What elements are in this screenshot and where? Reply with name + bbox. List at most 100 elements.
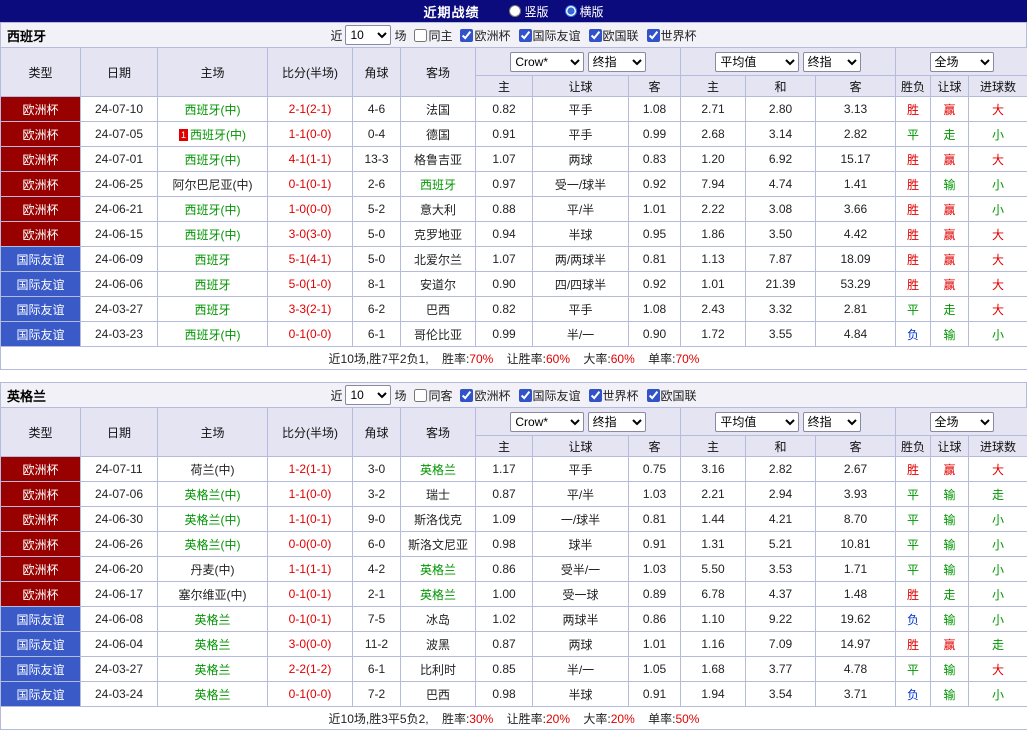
odds-home-cell: 1.09 (476, 507, 533, 532)
avg-away-cell: 18.09 (816, 247, 896, 272)
handicap-cell: 半球 (533, 222, 629, 247)
corners-cell: 3-0 (353, 457, 401, 482)
odds-away-cell: 0.75 (629, 457, 681, 482)
match-type-cell: 国际友谊 (1, 682, 81, 707)
horizontal-layout-radio[interactable] (565, 5, 577, 17)
avg-draw-cell: 3.77 (746, 657, 816, 682)
competition-option-nations[interactable]: 欧国联 (642, 387, 697, 404)
odds-source-select[interactable]: Crow* (510, 412, 584, 432)
avg-home-cell: 1.72 (681, 322, 746, 347)
avg-away-cell: 8.70 (816, 507, 896, 532)
col-away: 客场 (401, 48, 476, 97)
col-score: 比分(半场) (268, 48, 353, 97)
avg-draw-cell: 3.53 (746, 557, 816, 582)
team-title: 英格兰 (7, 386, 46, 405)
away-team-cell: 德国 (401, 122, 476, 147)
same-venue-checkbox[interactable] (414, 389, 427, 402)
table-header-row-top: 类型 日期 主场 比分(半场) 角球 客场 Crow* 终指 平均值 终指 全场 (1, 408, 1027, 436)
vertical-layout-option[interactable]: 竖版 (509, 3, 548, 20)
col-home: 主场 (158, 408, 268, 457)
average-header: 平均值 终指 (681, 408, 896, 436)
result-cell: 负 (896, 322, 931, 347)
competition-option-worldcup[interactable]: 世界杯 (642, 27, 697, 44)
layout-switch: 竖版 横版 (509, 3, 603, 20)
competition-option-euro[interactable]: 欧洲杯 (455, 27, 510, 44)
competition-option-friendly[interactable]: 国际友谊 (514, 387, 581, 404)
unit-label: 场 (394, 387, 406, 404)
col-odds-home: 主 (476, 76, 533, 97)
competition-checkbox-friendly[interactable] (519, 29, 532, 42)
competition-option-worldcup[interactable]: 世界杯 (584, 387, 639, 404)
summary-row: 近10场,胜7平2负1, 胜率:70% 让胜率:60% 大率:60% 单率:70… (1, 347, 1027, 370)
vertical-layout-radio[interactable] (509, 5, 521, 17)
col-odds-home: 主 (476, 436, 533, 457)
col-type: 类型 (1, 48, 81, 97)
handicap-result-cell: 走 (931, 122, 969, 147)
home-team-cell: 英格兰 (158, 632, 268, 657)
away-team-cell: 冰岛 (401, 607, 476, 632)
same-venue-checkbox[interactable] (414, 29, 427, 42)
recent-count-select[interactable]: 10 (345, 385, 391, 405)
competition-checkbox-worldcup[interactable] (589, 389, 602, 402)
avg-draw-cell: 4.21 (746, 507, 816, 532)
average-source-select[interactable]: 平均值 (715, 52, 799, 72)
result-cell: 平 (896, 532, 931, 557)
odds-stage-select[interactable]: 终指 (588, 52, 646, 72)
away-team-cell: 比利时 (401, 657, 476, 682)
scope-select[interactable]: 全场 (930, 52, 994, 72)
scope-select[interactable]: 全场 (930, 412, 994, 432)
match-row: 欧洲杯24-06-21西班牙(中)1-0(0-0)5-2意大利0.88平/半1.… (1, 197, 1027, 222)
corners-cell: 9-0 (353, 507, 401, 532)
col-odds-away: 客 (629, 436, 681, 457)
col-date: 日期 (81, 408, 158, 457)
competition-option-nations[interactable]: 欧国联 (584, 27, 639, 44)
odds-away-cell: 0.99 (629, 122, 681, 147)
avg-away-cell: 14.97 (816, 632, 896, 657)
competition-checkbox-friendly[interactable] (519, 389, 532, 402)
odds-away-cell: 1.08 (629, 97, 681, 122)
same-venue-option[interactable]: 同主 (409, 27, 452, 44)
match-row: 国际友谊24-06-08英格兰0-1(0-1)7-5冰岛1.02两球半0.861… (1, 607, 1027, 632)
competition-checkbox-euro[interactable] (460, 29, 473, 42)
goals-result-cell: 小 (969, 607, 1027, 632)
handicap-cell: 两球 (533, 147, 629, 172)
score-cell: 2-1(2-1) (268, 97, 353, 122)
odds-source-select[interactable]: Crow* (510, 52, 584, 72)
col-type: 类型 (1, 408, 81, 457)
single-rate-stat: 单率:70% (648, 352, 699, 366)
odds-home-cell: 1.07 (476, 147, 533, 172)
col-corner: 角球 (353, 48, 401, 97)
average-stage-select[interactable]: 终指 (803, 52, 861, 72)
filters: 近 10 场 同客 欧洲杯 国际友谊 世界杯 欧 (330, 385, 696, 405)
average-source-select[interactable]: 平均值 (715, 412, 799, 432)
match-type-cell: 欧洲杯 (1, 222, 81, 247)
match-row: 欧洲杯24-07-01西班牙(中)4-1(1-1)13-3格鲁吉亚1.07两球0… (1, 147, 1027, 172)
competition-checkbox-nations[interactable] (647, 389, 660, 402)
date-cell: 24-03-27 (81, 297, 158, 322)
competition-checkbox-euro[interactable] (460, 389, 473, 402)
recent-count-select[interactable]: 10 (345, 25, 391, 45)
handicap-cell: 四/四球半 (533, 272, 629, 297)
result-cell: 胜 (896, 247, 931, 272)
avg-away-cell: 53.29 (816, 272, 896, 297)
avg-away-cell: 10.81 (816, 532, 896, 557)
competition-option-friendly[interactable]: 国际友谊 (514, 27, 581, 44)
competition-checkbox-nations[interactable] (589, 29, 602, 42)
match-type-cell: 欧洲杯 (1, 122, 81, 147)
goals-result-cell: 小 (969, 682, 1027, 707)
goals-result-cell: 小 (969, 507, 1027, 532)
odds-stage-select[interactable]: 终指 (588, 412, 646, 432)
horizontal-layout-option[interactable]: 横版 (565, 3, 604, 20)
competition-checkbox-worldcup[interactable] (647, 29, 660, 42)
average-stage-select[interactable]: 终指 (803, 412, 861, 432)
corners-cell: 6-1 (353, 657, 401, 682)
corners-cell: 6-1 (353, 322, 401, 347)
competition-option-euro[interactable]: 欧洲杯 (455, 387, 510, 404)
col-avg-draw: 和 (746, 76, 816, 97)
avg-home-cell: 2.71 (681, 97, 746, 122)
away-team-cell: 斯洛文尼亚 (401, 532, 476, 557)
result-cell: 胜 (896, 582, 931, 607)
odds-away-cell: 0.92 (629, 172, 681, 197)
same-venue-option[interactable]: 同客 (409, 387, 452, 404)
date-cell: 24-06-09 (81, 247, 158, 272)
